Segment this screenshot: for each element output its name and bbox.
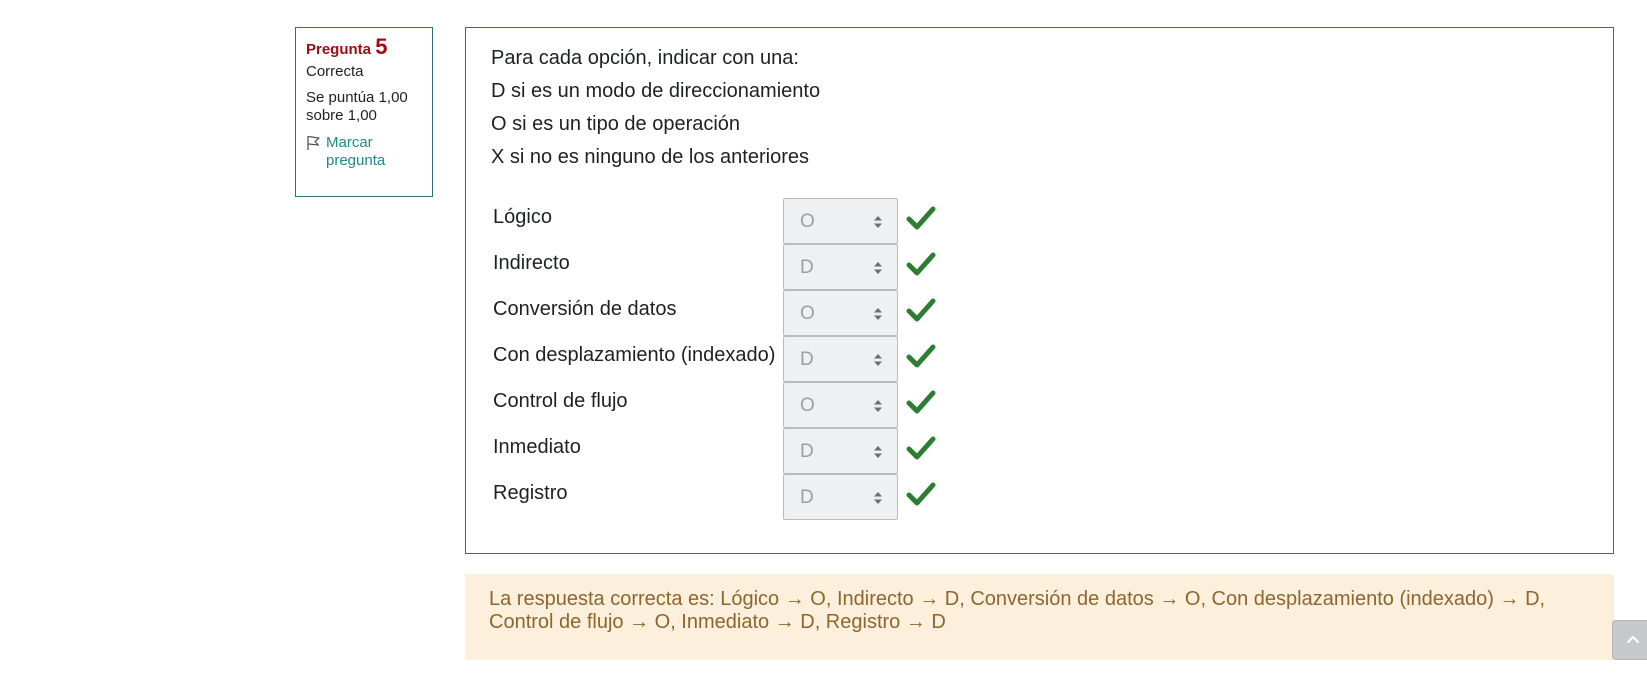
- sort-arrows-icon: [874, 400, 882, 412]
- scroll-to-top-button[interactable]: [1612, 620, 1647, 660]
- question-content: Para cada opción, indicar con una: D si …: [465, 27, 1614, 554]
- check-icon: [906, 298, 936, 322]
- answer-select-value: O: [800, 211, 815, 232]
- answer-label: Lógico: [493, 206, 552, 228]
- question-text: Para cada opción, indicar con una: D si …: [491, 42, 820, 174]
- answer-label: Inmediato: [493, 436, 581, 458]
- answer-row: Con desplazamiento (indexado) D: [466, 336, 966, 382]
- answer-row: Conversión de datos O: [466, 290, 966, 336]
- check-icon: [906, 206, 936, 230]
- answer-row: Lógico O: [466, 198, 966, 244]
- check-icon: [906, 482, 936, 506]
- answer-select[interactable]: D: [783, 474, 898, 520]
- answer-row: Control de flujo O: [466, 382, 966, 428]
- question-grade: Se puntúa 1,00 sobre 1,00: [306, 89, 408, 124]
- check-icon: [906, 344, 936, 368]
- question-line: O si es un tipo de operación: [491, 113, 741, 135]
- answer-label: Indirecto: [493, 252, 570, 274]
- question-info: Pregunta 5 Correcta Se puntúa 1,00 sobre…: [295, 27, 433, 197]
- question-number: 5: [375, 34, 388, 59]
- question-title-prefix: Pregunta: [306, 41, 372, 58]
- chevron-up-icon: [1627, 636, 1639, 643]
- correct-answer-feedback: La respuesta correcta es: Lógico → O, In…: [465, 574, 1614, 660]
- answer-row: Indirecto D: [466, 244, 966, 290]
- answer-label: Control de flujo: [493, 390, 628, 412]
- page: Pregunta 5 Correcta Se puntúa 1,00 sobre…: [0, 0, 1647, 686]
- sort-arrows-icon: [874, 354, 882, 366]
- flag-question-link[interactable]: Marcar pregunta: [306, 134, 422, 170]
- sort-arrows-icon: [874, 216, 882, 228]
- answer-label: Conversión de datos: [493, 298, 677, 320]
- sort-arrows-icon: [874, 446, 882, 458]
- answer-select[interactable]: D: [783, 244, 898, 290]
- question-title: Pregunta 5: [306, 36, 422, 59]
- check-icon: [906, 436, 936, 460]
- answer-label: Con desplazamiento (indexado): [493, 344, 776, 366]
- flag-label: Marcar pregunta: [326, 134, 386, 169]
- check-icon: [906, 252, 936, 276]
- answer-row: Inmediato D: [466, 428, 966, 474]
- sort-arrows-icon: [874, 262, 882, 274]
- answer-select-value: D: [800, 257, 814, 278]
- answer-select[interactable]: D: [783, 428, 898, 474]
- sort-arrows-icon: [874, 492, 882, 504]
- question-line: D si es un modo de direccionamiento: [491, 80, 821, 102]
- question-line: X si no es ninguno de los anteriores: [491, 146, 809, 168]
- answer-select-value: O: [800, 395, 815, 416]
- answer-select[interactable]: D: [783, 336, 898, 382]
- flag-icon: [306, 135, 322, 151]
- answer-select[interactable]: O: [783, 382, 898, 428]
- answer-label: Registro: [493, 482, 568, 504]
- answer-select[interactable]: O: [783, 290, 898, 336]
- answer-row: Registro D: [466, 474, 966, 520]
- question-line: Para cada opción, indicar con una:: [491, 47, 799, 69]
- check-icon: [906, 390, 936, 414]
- sort-arrows-icon: [874, 308, 882, 320]
- answer-select-value: O: [800, 303, 815, 324]
- answer-select-value: D: [800, 349, 814, 370]
- answer-select-value: D: [800, 487, 814, 508]
- answer-select[interactable]: O: [783, 198, 898, 244]
- question-state: Correcta: [306, 63, 364, 80]
- answer-select-value: D: [800, 441, 814, 462]
